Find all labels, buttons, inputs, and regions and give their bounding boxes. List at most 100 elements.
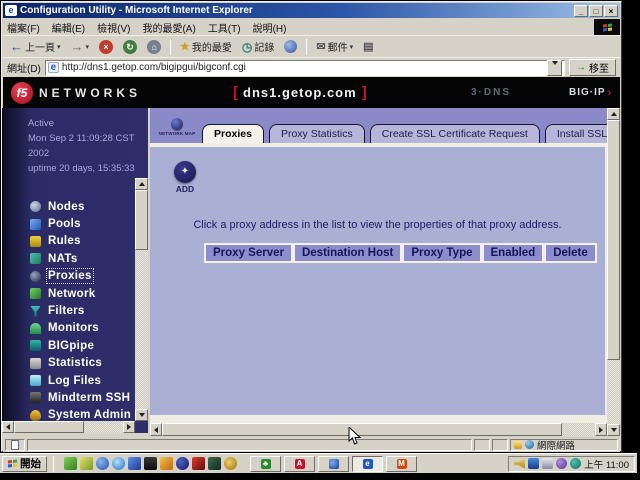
- quicklaunch-icon-8[interactable]: [176, 457, 189, 470]
- tray-icon-2[interactable]: [528, 458, 539, 469]
- scroll-right-button[interactable]: [595, 423, 607, 436]
- scroll-thumb[interactable]: [607, 120, 620, 360]
- tab-proxy-statistics[interactable]: Proxy Statistics: [269, 124, 365, 143]
- sidebar-item-network[interactable]: Network: [30, 285, 148, 302]
- screen: e Configuration Utility - Microsoft Inte…: [0, 0, 640, 480]
- add-proxy-button[interactable]: ✦ ADD: [170, 161, 200, 194]
- quicklaunch-icon-5[interactable]: [128, 457, 141, 470]
- title-bar[interactable]: e Configuration Utility - Microsoft Inte…: [3, 3, 620, 18]
- quicklaunch-icon-7[interactable]: [160, 457, 173, 470]
- task-button-3[interactable]: [318, 456, 349, 472]
- f5-header-banner: f5 NETWORKS [ dns1.getop.com ] 3·DNS BIG…: [3, 77, 620, 108]
- scroll-up-button[interactable]: [607, 108, 620, 120]
- tab-install-ssl-certificate[interactable]: Install SSL Certif: [545, 124, 607, 143]
- minimize-button[interactable]: _: [574, 5, 588, 17]
- task-button-2[interactable]: A: [284, 456, 315, 472]
- media-button[interactable]: [280, 38, 301, 55]
- sidebar-item-pools[interactable]: Pools: [30, 215, 148, 232]
- tab-proxies[interactable]: Proxies: [202, 124, 264, 143]
- bigpipe-icon: [30, 340, 41, 351]
- print-button[interactable]: ▤: [359, 38, 377, 55]
- column-header-proxy-server[interactable]: Proxy Server: [204, 243, 293, 263]
- scroll-right-button[interactable]: [123, 421, 135, 433]
- column-header-enabled[interactable]: Enabled: [482, 243, 545, 263]
- sidebar-item-filters[interactable]: Filters: [30, 302, 148, 319]
- scroll-left-button[interactable]: [150, 423, 162, 436]
- mail-chevron-icon[interactable]: ▾: [350, 43, 354, 51]
- tray-icon-4[interactable]: [556, 458, 567, 469]
- scroll-up-button[interactable]: [135, 178, 148, 190]
- sidebar-vertical-scrollbar[interactable]: [135, 178, 148, 421]
- sidebar-item-nats[interactable]: NATs: [30, 250, 148, 267]
- forward-chevron-icon[interactable]: ▾: [86, 43, 90, 51]
- task-button-5[interactable]: M: [386, 456, 417, 472]
- address-input[interactable]: e http://dns1.getop.com/bigipgui/bigconf…: [45, 60, 565, 76]
- volume-icon[interactable]: [514, 458, 525, 469]
- sidebar-item-nodes[interactable]: Nodes: [30, 198, 148, 215]
- scroll-thumb[interactable]: [162, 423, 562, 436]
- task-button-1[interactable]: ♣: [250, 456, 281, 472]
- go-button[interactable]: → 移至: [569, 59, 616, 76]
- address-dropdown-button[interactable]: [547, 60, 562, 76]
- scroll-down-button[interactable]: [607, 424, 620, 436]
- task-button-ie-active[interactable]: e: [352, 456, 383, 472]
- scroll-down-button[interactable]: [135, 409, 148, 421]
- sidebar-item-log-files[interactable]: Log Files: [30, 372, 148, 389]
- sidebar-horizontal-scrollbar[interactable]: [2, 421, 135, 433]
- sidebar-item-mindterm-ssh[interactable]: Mindterm SSH: [30, 389, 148, 406]
- forward-button[interactable]: → ▾: [67, 37, 94, 56]
- taskbar-clock[interactable]: 上午 11:00: [584, 457, 629, 471]
- menu-edit[interactable]: 編輯(E): [52, 20, 85, 35]
- refresh-icon: ↻: [123, 40, 137, 54]
- close-button[interactable]: ×: [604, 5, 618, 17]
- scroll-left-button[interactable]: [2, 421, 14, 433]
- quicklaunch-icon-6[interactable]: [144, 457, 157, 470]
- menu-view[interactable]: 檢視(V): [97, 20, 130, 35]
- quicklaunch-icon-3[interactable]: [96, 457, 109, 470]
- quicklaunch-icon-10[interactable]: [208, 457, 221, 470]
- network-map-button[interactable]: NETWORK MAP: [156, 111, 198, 142]
- quicklaunch-icon-4[interactable]: [112, 457, 125, 470]
- menu-favorites[interactable]: 我的最愛(A): [142, 20, 195, 35]
- menu-file[interactable]: 檔案(F): [7, 20, 40, 35]
- sidebar-item-rules[interactable]: Rules: [30, 233, 148, 250]
- mindterm-ssh-icon: [30, 392, 41, 403]
- content-horizontal-scrollbar[interactable]: [150, 423, 607, 436]
- sidebar-item-proxies[interactable]: Proxies: [30, 268, 148, 285]
- go-arrow-icon: →: [576, 62, 586, 73]
- mail-button[interactable]: ✉ 郵件 ▾: [312, 37, 357, 56]
- quicklaunch-icon-9[interactable]: [192, 457, 205, 470]
- scroll-thumb[interactable]: [14, 421, 84, 433]
- back-button[interactable]: ← 上一頁 ▾: [6, 37, 65, 56]
- menu-tools[interactable]: 工具(T): [208, 20, 241, 35]
- tray-icon-5[interactable]: [570, 458, 581, 469]
- refresh-button[interactable]: ↻: [119, 38, 141, 56]
- column-header-proxy-type[interactable]: Proxy Type: [402, 243, 481, 263]
- security-zone-cell: 網際網路: [510, 439, 618, 451]
- stop-button[interactable]: ×: [95, 38, 117, 56]
- tray-icon-3[interactable]: [542, 458, 553, 469]
- page-icon: e: [48, 62, 59, 73]
- content-vertical-scrollbar[interactable]: [607, 108, 620, 436]
- menu-help[interactable]: 說明(H): [253, 20, 287, 35]
- quicklaunch-icon-1[interactable]: [64, 457, 77, 470]
- forward-icon: →: [71, 39, 84, 54]
- quicklaunch-icon-2[interactable]: [80, 457, 93, 470]
- hostname-display: [ dns1.getop.com ]: [233, 84, 367, 101]
- home-button[interactable]: ⌂: [143, 38, 165, 56]
- back-chevron-icon[interactable]: ▾: [57, 43, 61, 51]
- address-url[interactable]: http://dns1.getop.com/bigipgui/bigconf.c…: [62, 62, 544, 73]
- column-header-delete[interactable]: Delete: [544, 243, 597, 263]
- scroll-thumb[interactable]: [135, 190, 148, 250]
- favorites-button[interactable]: ★ 我的最愛: [176, 37, 236, 56]
- sidebar-item-monitors[interactable]: Monitors: [30, 320, 148, 337]
- tab-create-ssl-certificate-request[interactable]: Create SSL Certificate Request: [370, 124, 540, 143]
- sidebar-item-bigpipe[interactable]: BIGpipe: [30, 337, 148, 354]
- quicklaunch-icon-11[interactable]: [224, 457, 237, 470]
- history-button[interactable]: ◷ 記錄: [238, 37, 278, 56]
- column-header-destination-host[interactable]: Destination Host: [293, 243, 402, 263]
- sidebar-item-statistics[interactable]: Statistics: [30, 355, 148, 372]
- start-button[interactable]: 開始: [2, 456, 47, 472]
- maximize-button[interactable]: □: [589, 5, 603, 17]
- home-icon: ⌂: [147, 40, 161, 54]
